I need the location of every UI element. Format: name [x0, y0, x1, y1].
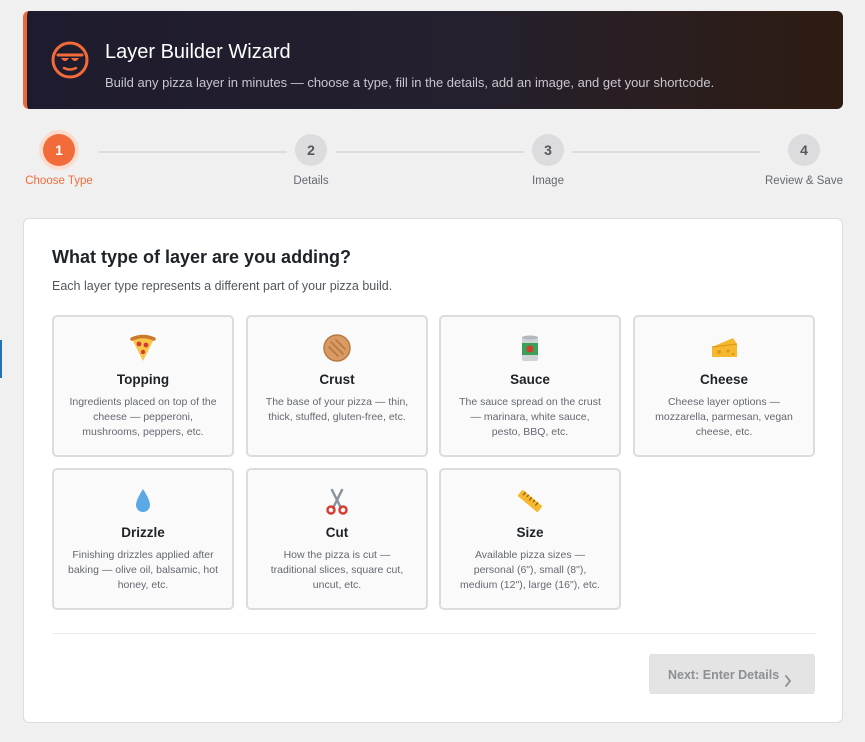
type-card-topping[interactable]: Topping Ingredients placed on top of the…	[52, 315, 234, 457]
step-choose-type: 1 Choose Type	[19, 134, 99, 187]
pizza-slice-icon	[54, 333, 232, 363]
next-enter-details-button[interactable]: Next: Enter Details	[649, 654, 815, 694]
type-description: Cheese layer options — mozzarella, parme…	[655, 396, 793, 438]
type-card-drizzle[interactable]: Drizzle Finishing drizzles applied after…	[52, 468, 234, 610]
type-card-cut[interactable]: Cut How the pizza is cut — traditional s…	[246, 468, 428, 610]
step-number: 2	[295, 134, 327, 166]
type-name: Drizzle	[121, 525, 165, 540]
type-name: Topping	[116, 372, 170, 387]
type-name: Cut	[325, 525, 349, 540]
step-label: Review & Save	[765, 175, 843, 187]
step-image: 3 Image	[508, 134, 588, 187]
wizard-title: Layer Builder Wizard	[105, 41, 291, 63]
panel-heading: What type of layer are you adding?	[52, 247, 352, 267]
step-label: Details	[293, 175, 329, 187]
type-name: Cheese	[699, 372, 749, 387]
step-label: Choose Type	[25, 175, 93, 187]
footer-divider	[52, 633, 816, 634]
step-number: 3	[532, 134, 564, 166]
crust-icon	[248, 333, 426, 363]
chevron-right-icon	[784, 675, 792, 690]
pizza-face-logo-icon	[49, 39, 91, 81]
step-label: Image	[532, 175, 564, 187]
type-card-size[interactable]: Size Available pizza sizes — personal (6…	[439, 468, 621, 610]
step-number: 4	[788, 134, 820, 166]
type-description: The base of your pizza — thin, thick, st…	[265, 396, 409, 423]
type-description: The sauce spread on the crust — marinara…	[459, 396, 601, 438]
type-description: Ingredients placed on top of the cheese …	[69, 396, 217, 438]
wizard-stepper: 1 Choose Type 2 Details 3 Image 4 Review…	[0, 134, 865, 194]
step-details: 2 Details	[271, 134, 351, 187]
left-edge-indicator	[0, 340, 2, 378]
type-card-crust[interactable]: Crust The base of your pizza — thin, thi…	[246, 315, 428, 457]
type-name: Size	[516, 525, 544, 540]
type-description: Available pizza sizes — personal (6"), s…	[460, 549, 600, 591]
layer-type-panel: What type of layer are you adding? Each …	[23, 218, 843, 723]
sauce-can-icon	[441, 333, 619, 363]
panel-intro: Each layer type represents a different p…	[52, 279, 393, 293]
droplet-icon	[54, 486, 232, 516]
cheese-icon	[635, 333, 813, 363]
type-description: How the pizza is cut — traditional slice…	[270, 549, 404, 591]
step-review-save: 4 Review & Save	[759, 134, 849, 187]
step-number: 1	[43, 134, 75, 166]
type-name: Crust	[319, 372, 355, 387]
type-card-cheese[interactable]: Cheese Cheese layer options — mozzarella…	[633, 315, 815, 457]
wizard-subtitle: Build any pizza layer in minutes — choos…	[105, 75, 715, 90]
type-card-sauce[interactable]: Sauce The sauce spread on the crust — ma…	[439, 315, 621, 457]
next-button-label: Next: Enter Details	[668, 668, 780, 682]
type-name: Sauce	[510, 372, 550, 387]
scissors-icon	[248, 486, 426, 516]
type-description: Finishing drizzles applied after baking …	[68, 549, 218, 591]
wizard-header: Layer Builder Wizard Build any pizza lay…	[23, 11, 843, 109]
ruler-icon	[441, 486, 619, 516]
